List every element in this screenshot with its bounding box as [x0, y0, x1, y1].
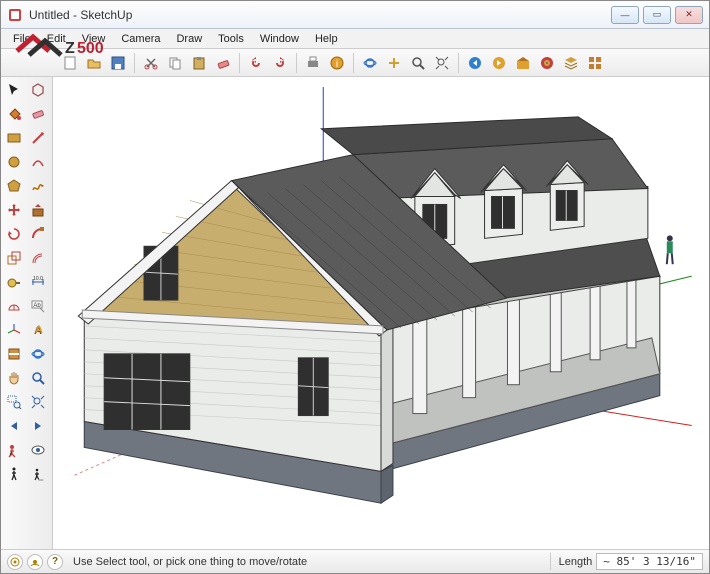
- paint-bucket-icon[interactable]: [3, 103, 25, 125]
- credits-icon[interactable]: [27, 554, 43, 570]
- svg-text:10.0: 10.0: [33, 276, 43, 282]
- polygon-tool-icon[interactable]: [3, 175, 25, 197]
- geolocation-icon[interactable]: [7, 554, 23, 570]
- pushpull-tool-icon[interactable]: [27, 199, 49, 221]
- zoom-icon[interactable]: [407, 52, 429, 74]
- arc-tool-icon[interactable]: [27, 151, 49, 173]
- measurement-box: Length ~ 85' 3 13/16": [550, 553, 703, 570]
- window-titlebar: Untitled - SketchUp — ▭ ✕: [1, 1, 709, 29]
- model-info-icon[interactable]: i: [326, 52, 348, 74]
- rectangle-tool-icon[interactable]: [3, 127, 25, 149]
- text-tool-icon[interactable]: Ab: [27, 295, 49, 317]
- erase-icon[interactable]: [212, 52, 234, 74]
- window-title: Untitled - SketchUp: [29, 8, 607, 22]
- cut-icon[interactable]: [140, 52, 162, 74]
- toolbar-divider: [458, 53, 459, 73]
- menu-draw[interactable]: Draw: [168, 31, 210, 47]
- toolbar-divider: [239, 53, 240, 73]
- app-icon: [7, 7, 23, 23]
- print-icon[interactable]: [302, 52, 324, 74]
- next-view-icon[interactable]: [488, 52, 510, 74]
- save-icon[interactable]: [107, 52, 129, 74]
- close-button[interactable]: ✕: [675, 6, 703, 24]
- orbit-tool-icon[interactable]: [27, 343, 49, 365]
- svg-text:i: i: [336, 59, 338, 70]
- followme-tool-icon[interactable]: [27, 223, 49, 245]
- prev-view-tool-icon[interactable]: [3, 415, 25, 437]
- position-camera-icon[interactable]: [3, 439, 25, 461]
- component-tool-icon[interactable]: [27, 79, 49, 101]
- extensions-icon[interactable]: [536, 52, 558, 74]
- zoom-tool-icon[interactable]: [27, 367, 49, 389]
- outliner-icon[interactable]: [584, 52, 606, 74]
- zoom-extents-tool-icon[interactable]: [27, 391, 49, 413]
- top-toolbar: i: [1, 49, 709, 77]
- toolbar-divider: [296, 53, 297, 73]
- model-viewport[interactable]: [53, 77, 709, 549]
- new-icon[interactable]: [59, 52, 81, 74]
- menu-window[interactable]: Window: [252, 31, 307, 47]
- workspace: 10.0 Ab AA: [1, 77, 709, 549]
- look-around-icon[interactable]: [27, 439, 49, 461]
- menubar: File Edit View Camera Draw Tools Window …: [1, 29, 709, 49]
- undo-icon[interactable]: [245, 52, 267, 74]
- paste-icon[interactable]: [188, 52, 210, 74]
- dimension-tool-icon[interactable]: 10.0: [27, 271, 49, 293]
- scale-tool-icon[interactable]: [3, 247, 25, 269]
- open-icon[interactable]: [83, 52, 105, 74]
- maximize-button[interactable]: ▭: [643, 6, 671, 24]
- eraser-tool-icon[interactable]: [27, 103, 49, 125]
- menu-edit[interactable]: Edit: [39, 31, 74, 47]
- section-tool-icon[interactable]: [3, 343, 25, 365]
- circle-tool-icon[interactable]: [3, 151, 25, 173]
- menu-file[interactable]: File: [5, 31, 39, 47]
- shadow-icon[interactable]: [27, 463, 49, 485]
- line-tool-icon[interactable]: [27, 127, 49, 149]
- copy-icon[interactable]: [164, 52, 186, 74]
- toolbar-divider: [134, 53, 135, 73]
- layers-icon[interactable]: [560, 52, 582, 74]
- move-tool-icon[interactable]: [3, 199, 25, 221]
- status-hint: Use Select tool, or pick one thing to mo…: [73, 556, 550, 568]
- walk-tool-icon[interactable]: [3, 463, 25, 485]
- zoom-extents-icon[interactable]: [431, 52, 453, 74]
- freehand-tool-icon[interactable]: [27, 175, 49, 197]
- menu-camera[interactable]: Camera: [113, 31, 168, 47]
- offset-tool-icon[interactable]: [27, 247, 49, 269]
- redo-icon[interactable]: [269, 52, 291, 74]
- zoom-window-icon[interactable]: [3, 391, 25, 413]
- warehouse-icon[interactable]: [512, 52, 534, 74]
- toolbar-divider: [353, 53, 354, 73]
- rotate-tool-icon[interactable]: [3, 223, 25, 245]
- tape-tool-icon[interactable]: [3, 271, 25, 293]
- axes-tool-icon[interactable]: [3, 319, 25, 341]
- pan-icon[interactable]: [383, 52, 405, 74]
- statusbar: ? Use Select tool, or pick one thing to …: [1, 549, 709, 573]
- menu-tools[interactable]: Tools: [210, 31, 252, 47]
- measurement-label: Length: [559, 556, 593, 568]
- menu-help[interactable]: Help: [307, 31, 346, 47]
- help-icon[interactable]: ?: [47, 554, 63, 570]
- minimize-button[interactable]: —: [611, 6, 639, 24]
- 3dtext-tool-icon[interactable]: AA: [27, 319, 49, 341]
- orbit-icon[interactable]: [359, 52, 381, 74]
- svg-text:A: A: [35, 324, 43, 336]
- left-toolbar: 10.0 Ab AA: [1, 77, 53, 549]
- measurement-value[interactable]: ~ 85' 3 13/16": [596, 553, 703, 570]
- protractor-tool-icon[interactable]: [3, 295, 25, 317]
- pan-tool-icon[interactable]: [3, 367, 25, 389]
- prev-view-icon[interactable]: [464, 52, 486, 74]
- next-view-tool-icon[interactable]: [27, 415, 49, 437]
- menu-view[interactable]: View: [74, 31, 114, 47]
- select-tool-icon[interactable]: [3, 79, 25, 101]
